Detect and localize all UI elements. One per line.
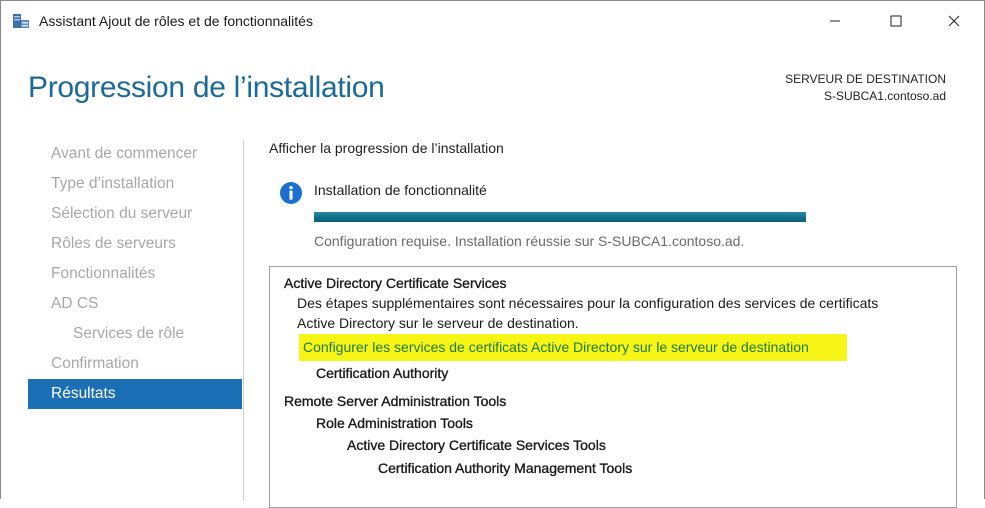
info-icon (280, 182, 302, 204)
nav-item-before-you-begin[interactable]: Avant de commencer (28, 139, 242, 169)
server-manager-icon (13, 14, 29, 28)
close-icon (948, 15, 960, 27)
wizard-nav: Avant de commencer Type d’installation S… (28, 139, 242, 409)
nav-item-server-selection[interactable]: Sélection du serveur (28, 199, 242, 229)
maximize-button[interactable] (873, 1, 919, 41)
result-adcs-tools-item: Active Directory Certificate Services To… (347, 437, 606, 453)
install-label: Installation de fonctionnalité (314, 182, 487, 198)
nav-item-features[interactable]: Fonctionnalités (28, 259, 242, 289)
close-button[interactable] (931, 1, 977, 41)
nav-item-results[interactable]: Résultats (28, 379, 242, 409)
title-bar[interactable]: Assistant Ajout de rôles et de fonctionn… (1, 1, 984, 41)
result-ca-item: Certification Authority (316, 365, 449, 381)
nav-item-server-roles[interactable]: Rôles de serveurs (28, 229, 242, 259)
minimize-icon (830, 20, 840, 22)
result-rsat-title: Remote Server Administration Tools (284, 393, 507, 409)
result-rat-item: Role Administration Tools (316, 415, 473, 431)
nav-divider (243, 140, 244, 501)
result-adcs-desc-line2: Active Directory sur le serveur de desti… (297, 315, 579, 331)
wizard-window: Assistant Ajout de rôles et de fonctionn… (0, 0, 985, 508)
content-heading: Afficher la progression de l’installatio… (269, 140, 504, 156)
progress-fill (314, 212, 806, 222)
install-progress-bar (314, 212, 806, 222)
results-panel[interactable]: Active Directory Certificate Services De… (269, 266, 957, 508)
configure-adcs-link-text[interactable]: Configurer les services de certificats A… (303, 339, 809, 355)
destination-server-info: SERVEUR DE DESTINATION S-SUBCA1.contoso.… (785, 71, 946, 105)
maximize-icon (890, 15, 902, 27)
nav-item-role-services[interactable]: Services de rôle (28, 319, 242, 349)
destination-server: S-SUBCA1.contoso.ad (823, 89, 946, 103)
result-adcs-desc-line1: Des étapes supplémentaires sont nécessai… (297, 295, 879, 311)
page-title: Progression de l’installation (28, 71, 385, 104)
nav-item-installation-type[interactable]: Type d’installation (28, 169, 242, 199)
result-ca-mgmt-item: Certification Authority Management Tools (378, 460, 633, 476)
minimize-button[interactable] (812, 1, 858, 41)
configure-adcs-link[interactable]: Configurer les services de certificats A… (299, 334, 847, 361)
progress-status: Configuration requise. Installation réus… (314, 233, 745, 249)
result-adcs-title: Active Directory Certificate Services (284, 275, 507, 291)
window-title: Assistant Ajout de rôles et de fonctionn… (39, 13, 313, 29)
nav-item-ad-cs[interactable]: AD CS (28, 289, 242, 319)
nav-item-confirmation[interactable]: Confirmation (28, 349, 242, 379)
destination-label: SERVEUR DE DESTINATION (785, 72, 946, 86)
